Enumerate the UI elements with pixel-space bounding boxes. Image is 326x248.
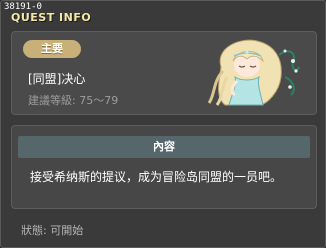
- content-text: 接受希纳斯的提议，成为冒险岛同盟的一员吧。: [30, 170, 283, 184]
- level-requirement: 建議等級: 75～79: [28, 94, 119, 107]
- window-title: QUEST INFO: [11, 11, 92, 24]
- content-header: 內容: [18, 136, 310, 158]
- quest-category-badge: 主要: [23, 40, 81, 58]
- npc-portrait-icon: [207, 39, 300, 106]
- quest-status: 狀態: 可開始: [21, 224, 84, 237]
- quest-info-window: 38191-0 QUEST INFO 主要 [同盟]决心 建議等級: 75～79: [0, 0, 326, 248]
- quest-name: [同盟]决心: [28, 72, 86, 86]
- quest-content-panel: 內容 接受希纳斯的提议，成为冒险岛同盟的一员吧。: [11, 125, 317, 209]
